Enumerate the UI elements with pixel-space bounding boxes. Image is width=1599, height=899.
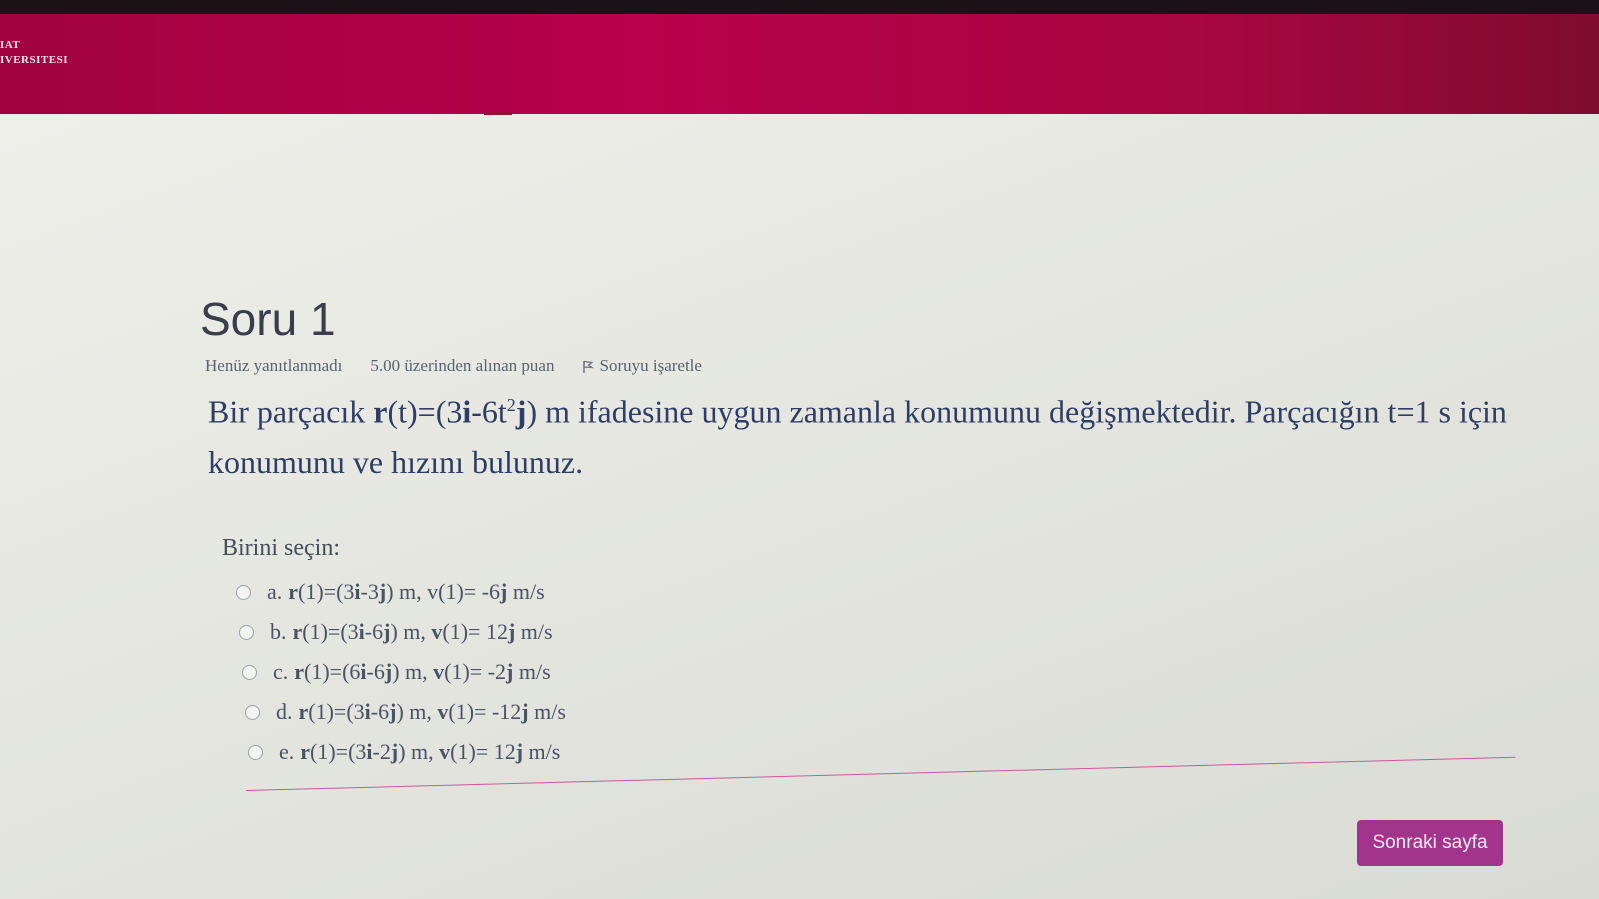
option-vector-r: r <box>292 619 303 644</box>
option-text-part: (1)= -2 <box>444 659 507 684</box>
question-text: Bir parçacık r(t)=(3i-6t2j) m ifadesine … <box>208 380 1548 487</box>
option-text-part: -6 <box>364 619 384 644</box>
option-unit: m/s <box>528 699 566 724</box>
option-text: r(1)=(6i-6j) m, v(1)= -2j m/s <box>294 659 550 685</box>
option-unit: m/s <box>523 739 561 764</box>
radio-button[interactable] <box>236 584 251 600</box>
option-text-part: ) m, <box>396 699 438 724</box>
radio-button[interactable] <box>245 704 260 720</box>
option-unit: m/s <box>513 659 551 684</box>
option-vector-r: r <box>294 659 305 684</box>
option-text-part: -6 <box>366 659 385 684</box>
site-header: IAT IVERSITESI <box>0 14 1599 114</box>
question-text-part: (t)=(3 <box>387 393 463 430</box>
question-text-vector-j: j <box>515 393 527 430</box>
question-text-exponent: 2 <box>506 395 516 415</box>
option-text-part: (1)=(6 <box>304 659 361 684</box>
choose-one-label: Birini seçin: <box>222 535 340 561</box>
option-text-part: ) m, <box>392 659 434 684</box>
option-text-part: -6 <box>370 699 390 724</box>
option-vector-v: v <box>437 699 449 724</box>
option-vector-j: j <box>521 699 529 724</box>
quiz-page: IAT IVERSITESI Soru 1 Henüz yanıtlanmadı… <box>0 0 1599 899</box>
option-text: r(1)=(3i-6j) m, v(1)= 12j m/s <box>293 619 553 645</box>
option-text-part: (1)= 12 <box>442 619 508 644</box>
option-unit: m/s <box>507 579 545 604</box>
option-text: r(1)=(3i-6j) m, v(1)= -12j m/s <box>299 699 566 725</box>
option-vector-v: v <box>433 659 445 684</box>
option-vector-r: r <box>300 739 311 764</box>
question-text-vector-r: r <box>373 393 388 430</box>
flag-question-link[interactable]: Soruyu işaretle <box>582 356 702 376</box>
option-letter: d. <box>276 699 293 724</box>
option-unit: m/s <box>515 619 553 644</box>
answer-option-e[interactable]: e. r(1)=(3i-2j) m, v(1)= 12j m/s <box>248 732 566 772</box>
answer-option-c[interactable]: c. r(1)=(6i-6j) m, v(1)= -2j m/s <box>242 652 566 692</box>
logo-line-1: IAT <box>0 39 21 51</box>
option-text: r(1)=(3i-2j) m, v(1)= 12j m/s <box>300 739 560 765</box>
question-info: Henüz yanıtlanmadı 5.00 üzerinden alınan… <box>205 356 702 376</box>
question-text-vector-i: i <box>462 393 472 430</box>
option-text-part: -2 <box>372 739 391 764</box>
option-text-part: ) m, <box>398 739 440 764</box>
header-tab-indicator <box>484 112 512 115</box>
option-text-part: (1)=(3 <box>302 619 359 644</box>
radio-button[interactable] <box>242 664 257 680</box>
option-text-part: (1)=(3 <box>308 699 365 724</box>
answer-option-d[interactable]: d. r(1)=(3i-6j) m, v(1)= -12j m/s <box>245 692 566 732</box>
question-text-part: Bir parçacık <box>208 393 374 430</box>
option-vector-r: r <box>288 579 299 604</box>
option-letter: c. <box>273 659 289 684</box>
option-text-part: (1)= 12 <box>450 739 516 764</box>
answer-option-b[interactable]: b. r(1)=(3i-6j) m, v(1)= 12j m/s <box>239 612 566 652</box>
option-text: r(1)=(3i-3j) m, v(1)= -6j m/s <box>288 579 544 605</box>
option-text-part: (1)= -6 <box>438 579 501 604</box>
option-letter: e. <box>279 739 295 764</box>
option-vector-v: v <box>427 579 439 604</box>
answer-option-a[interactable]: a. r(1)=(3i-3j) m, v(1)= -6j m/s <box>236 572 566 612</box>
option-vector-v: v <box>439 739 451 764</box>
option-text-part: ) m, <box>390 619 432 644</box>
university-logo[interactable]: IAT IVERSITESI <box>0 38 68 68</box>
logo-line-2: IVERSITESI <box>0 54 68 66</box>
question-points: 5.00 üzerinden alınan puan <box>370 356 555 375</box>
question-status: Henüz yanıtlanmadı <box>205 356 343 375</box>
flag-question-label: Soruyu işaretle <box>599 356 702 375</box>
option-text-part: (1)=(3 <box>298 579 355 604</box>
radio-button[interactable] <box>248 744 263 760</box>
option-text-part: ) m, <box>386 579 428 604</box>
option-text-part: (1)=(3 <box>310 739 367 764</box>
question-text-part: -6t <box>471 393 507 430</box>
flag-icon <box>583 360 595 373</box>
option-text-part: -3 <box>360 579 379 604</box>
option-vector-v: v <box>431 619 443 644</box>
question-title: Soru 1 <box>200 293 336 345</box>
answer-options: a. r(1)=(3i-3j) m, v(1)= -6j m/s b. r(1)… <box>236 572 566 772</box>
option-vector-r: r <box>298 699 309 724</box>
option-vector-j: j <box>515 739 524 764</box>
next-page-button[interactable]: Sonraki sayfa <box>1357 820 1503 866</box>
option-text-part: (1)= -12 <box>448 699 522 724</box>
top-strip <box>0 0 1599 14</box>
option-letter: b. <box>270 619 287 644</box>
option-letter: a. <box>267 579 283 604</box>
radio-button[interactable] <box>239 624 254 640</box>
